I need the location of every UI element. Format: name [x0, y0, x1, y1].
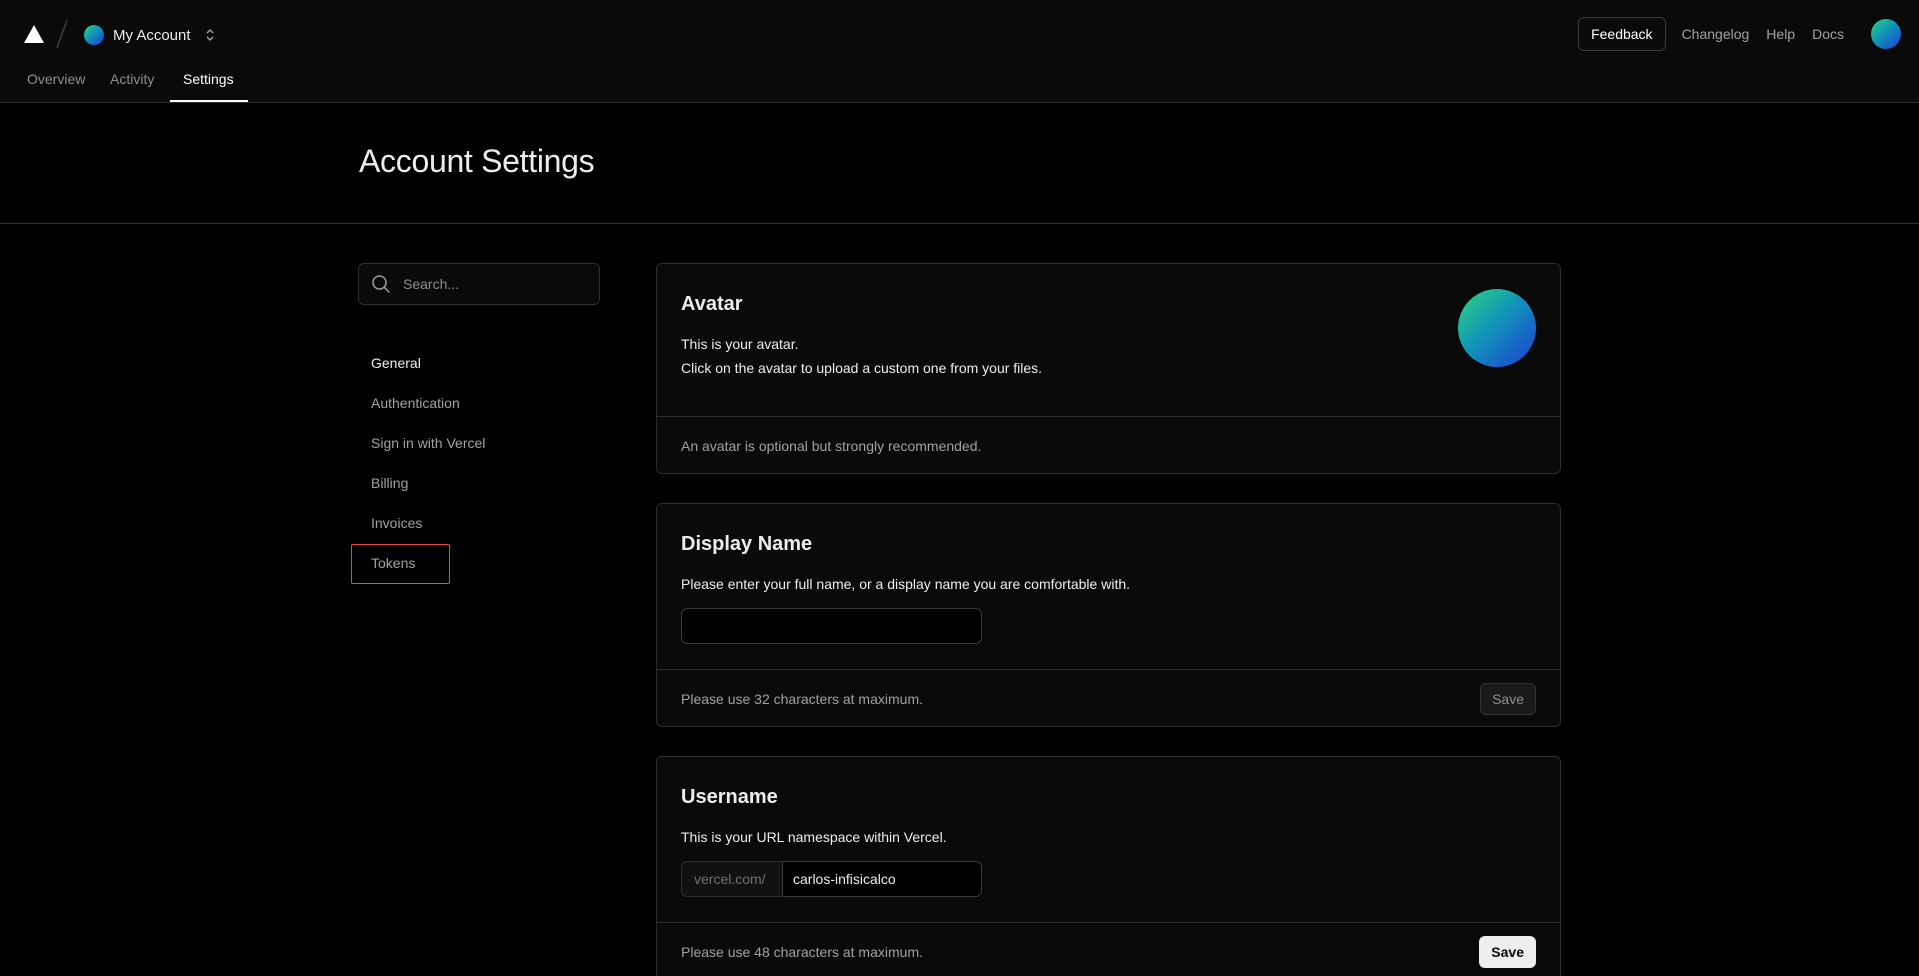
avatar-footer-text: An avatar is optional but strongly recom… — [681, 438, 982, 454]
docs-link[interactable]: Docs — [1812, 26, 1844, 42]
vercel-logo-icon[interactable] — [23, 24, 45, 44]
sidebar-item-billing[interactable]: Billing — [371, 475, 408, 491]
display-name-title: Display Name — [681, 533, 813, 555]
avatar-card-line1: This is your avatar. — [681, 336, 799, 352]
title-band: Account Settings — [0, 103, 1919, 224]
username-footer-text: Please use 48 characters at maximum. — [681, 944, 923, 960]
changelog-link[interactable]: Changelog — [1682, 26, 1750, 42]
username-footer: Please use 48 characters at maximum. Sav… — [657, 922, 1560, 976]
header-row: My Account Feedback Changelog Help Docs — [0, 0, 1919, 68]
user-avatar[interactable] — [1871, 19, 1901, 49]
sidebar-item-sign-in-with-vercel[interactable]: Sign in with Vercel — [371, 435, 485, 451]
username-description: This is your URL namespace within Vercel… — [681, 829, 947, 845]
username-title: Username — [681, 786, 778, 808]
display-name-input[interactable] — [681, 608, 982, 644]
chevron-up-down-icon — [206, 29, 214, 41]
account-switcher[interactable]: My Account — [84, 22, 216, 48]
sidebar-item-invoices[interactable]: Invoices — [371, 515, 422, 531]
tab-settings[interactable]: Settings — [183, 71, 234, 103]
account-avatar — [84, 25, 104, 45]
search-icon — [372, 275, 390, 293]
account-name: My Account — [113, 26, 191, 44]
display-name-footer-text: Please use 32 characters at maximum. — [681, 691, 923, 707]
top-header: My Account Feedback Changelog Help Docs … — [0, 0, 1919, 103]
tokens-highlight-box — [351, 544, 450, 584]
page-title: Account Settings — [359, 143, 595, 179]
sidebar-item-authentication[interactable]: Authentication — [371, 395, 460, 411]
display-name-description: Please enter your full name, or a displa… — [681, 576, 1131, 592]
avatar-card: Avatar This is your avatar. Click on the… — [656, 263, 1561, 474]
avatar-card-footer: An avatar is optional but strongly recom… — [657, 416, 1560, 473]
search-input[interactable] — [403, 272, 588, 296]
header-right-nav: Feedback Changelog Help Docs — [1578, 17, 1919, 51]
username-card: Username This is your URL namespace with… — [656, 756, 1561, 976]
avatar-card-title: Avatar — [681, 293, 743, 315]
settings-search[interactable] — [358, 263, 600, 305]
display-name-card: Display Name Please enter your full name… — [656, 503, 1561, 727]
username-input[interactable] — [782, 861, 982, 897]
avatar-card-line2: Click on the avatar to upload a custom o… — [681, 360, 1043, 376]
display-name-save-button[interactable]: Save — [1480, 683, 1536, 715]
username-save-button[interactable]: Save — [1479, 936, 1536, 968]
sidebar-item-general[interactable]: General — [371, 355, 421, 371]
username-url-prefix: vercel.com/ — [681, 861, 782, 897]
help-link[interactable]: Help — [1766, 26, 1795, 42]
display-name-footer: Please use 32 characters at maximum. Sav… — [657, 669, 1560, 726]
tab-activity[interactable]: Activity — [110, 71, 154, 103]
breadcrumb-separator-icon — [56, 19, 68, 49]
feedback-button[interactable]: Feedback — [1578, 17, 1666, 51]
tab-overview[interactable]: Overview — [27, 71, 85, 103]
avatar-upload[interactable] — [1458, 289, 1536, 367]
active-tab-indicator — [170, 100, 248, 102]
username-url-group: vercel.com/ — [681, 861, 982, 897]
